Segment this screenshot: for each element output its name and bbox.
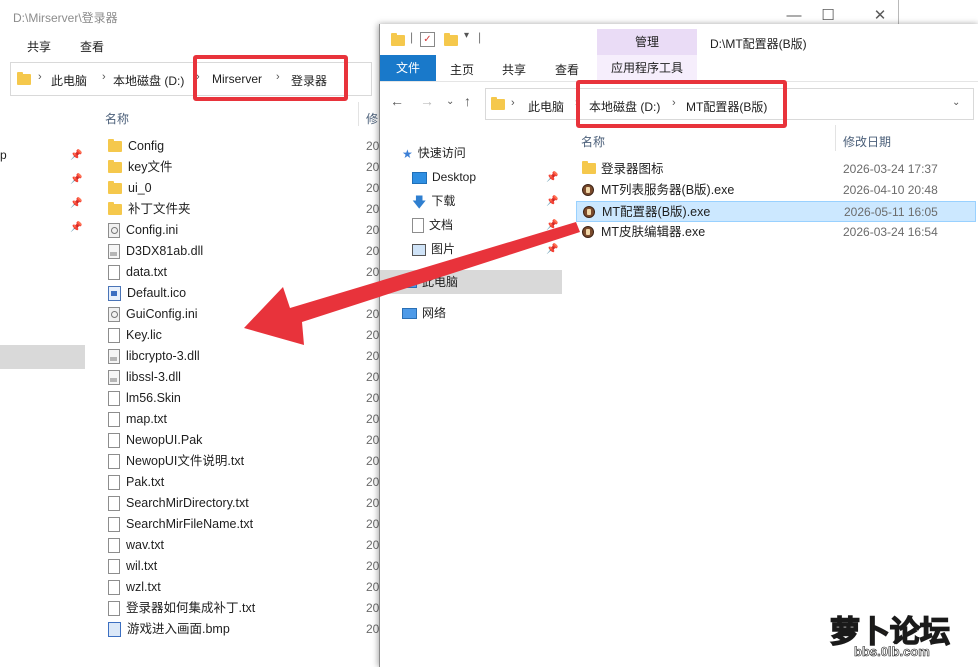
arrow-shape xyxy=(244,222,580,345)
watermark-logo: 萝卜论坛 bbs.0lb.com xyxy=(828,606,970,662)
annotation-arrow xyxy=(244,222,580,345)
watermark-url: bbs.0lb.com xyxy=(854,644,930,660)
